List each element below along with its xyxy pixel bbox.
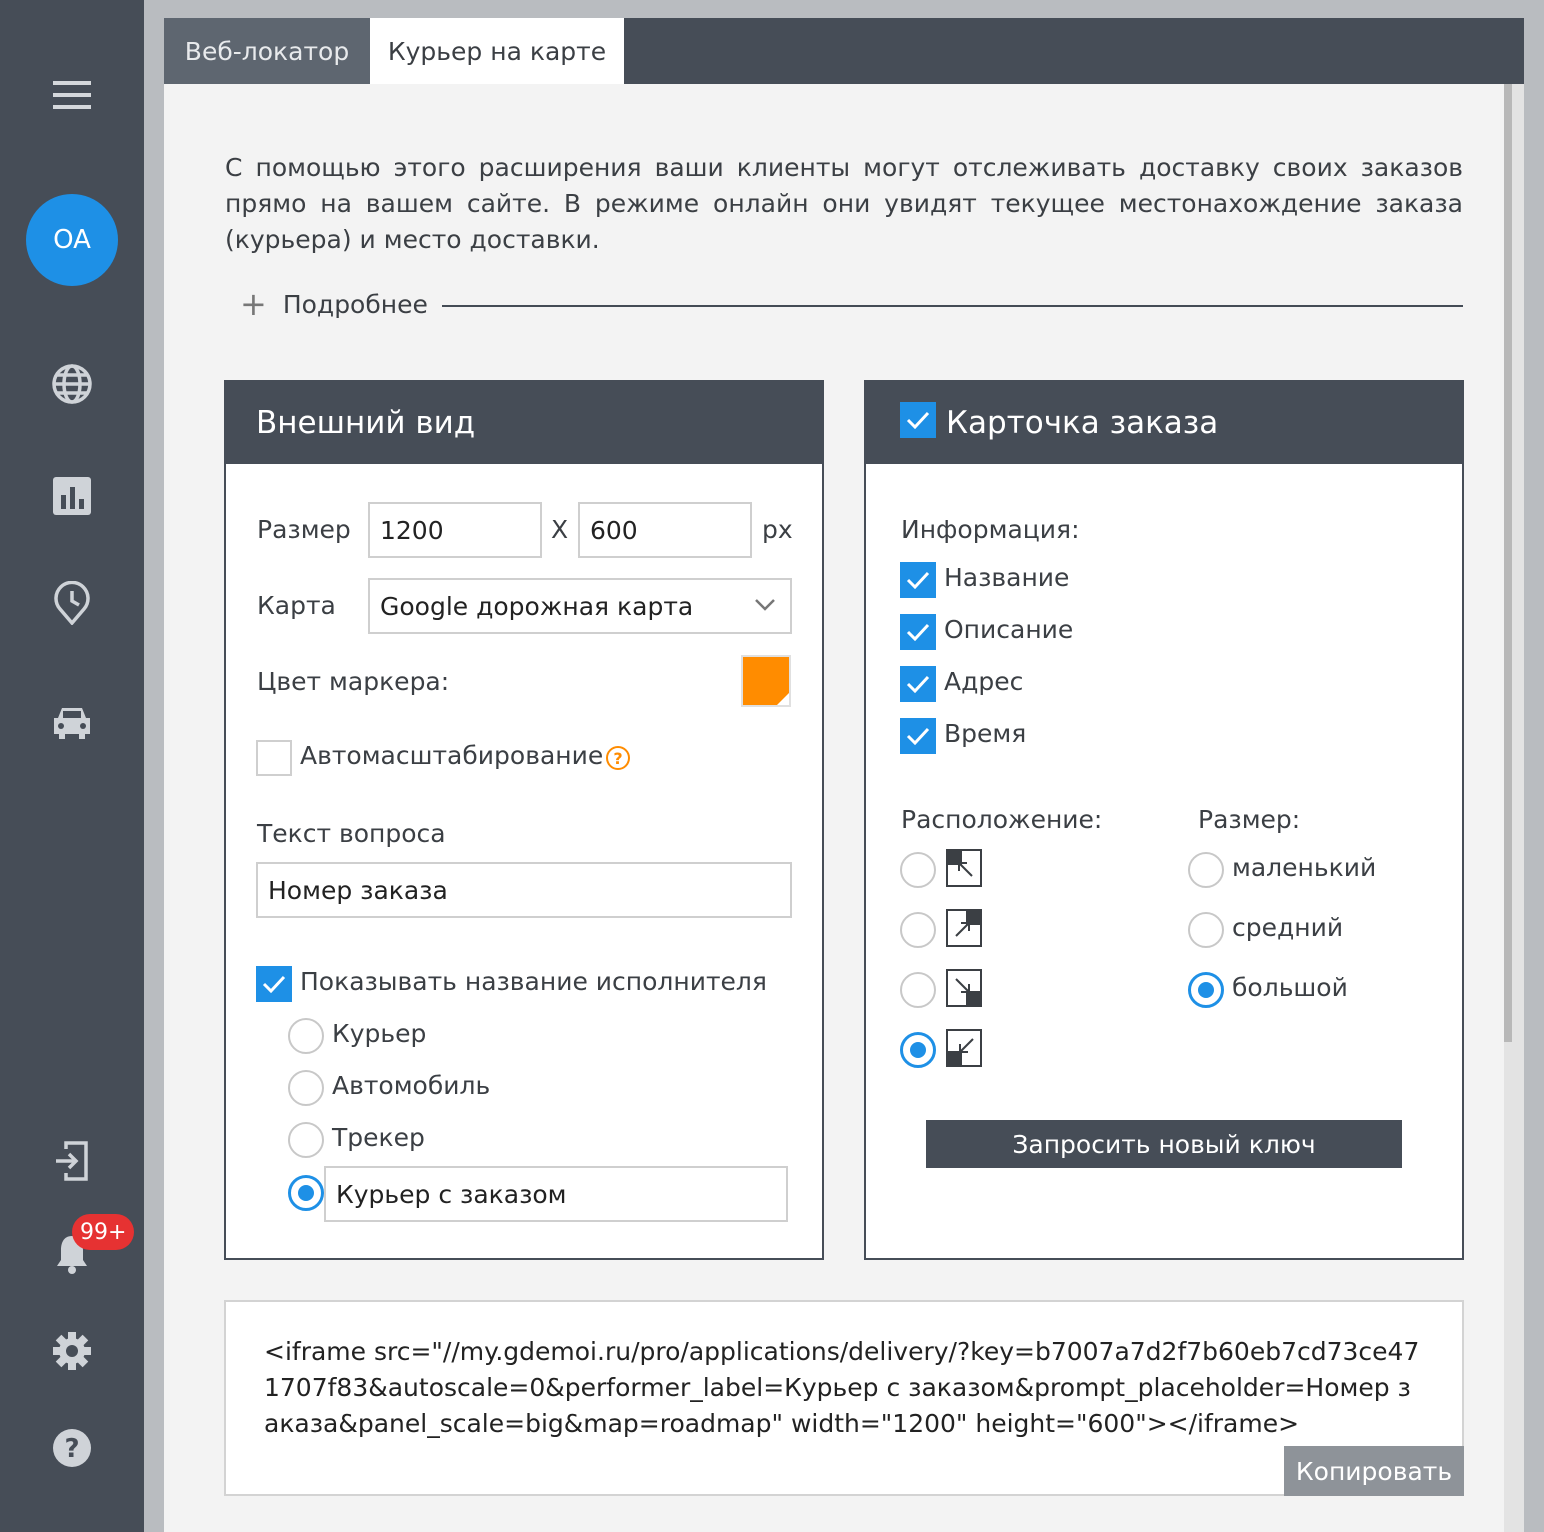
position-top-left-icon: [946, 849, 982, 887]
position-radio-bottom-left[interactable]: [900, 1032, 936, 1068]
performer-option-label: Автомобиль: [332, 1071, 491, 1100]
marker-color-swatch[interactable]: [741, 655, 791, 707]
question-text-input[interactable]: Номер заказа: [256, 862, 792, 918]
scrollbar-thumb[interactable]: [1504, 84, 1512, 1042]
history-icon[interactable]: [0, 580, 144, 626]
height-input[interactable]: 600: [578, 502, 752, 558]
info-checkbox-address[interactable]: [900, 666, 936, 702]
position-radio-top-left[interactable]: [900, 852, 936, 888]
size-option-label: средний: [1232, 913, 1344, 942]
description-text: С помощью этого расширения ваши клиенты …: [225, 153, 1463, 254]
position-bottom-right-icon: [946, 969, 982, 1007]
checkmark-icon: [906, 675, 930, 693]
map-select[interactable]: Google дорожная карта: [368, 578, 792, 634]
divider: [442, 305, 1463, 307]
position-top-right-icon: [946, 909, 982, 947]
performer-option-label: Трекер: [332, 1123, 425, 1152]
embed-code-text[interactable]: <iframe src="//my.gdemoi.ru/pro/applicat…: [264, 1334, 1424, 1442]
performer-radio-tracker[interactable]: [288, 1122, 324, 1158]
position-radio-bottom-right[interactable]: [900, 972, 936, 1008]
autoscale-checkbox[interactable]: [256, 740, 292, 776]
performer-custom-input[interactable]: Курьер с заказом: [324, 1166, 788, 1222]
info-item-label: Название: [944, 563, 1070, 592]
chart-icon[interactable]: [0, 476, 144, 516]
size-radio-medium[interactable]: [1188, 912, 1224, 948]
copy-button[interactable]: Копировать: [1284, 1446, 1464, 1496]
unit-label: px: [762, 515, 793, 544]
size-options-label: Размер:: [1198, 805, 1301, 834]
globe-icon[interactable]: [0, 362, 144, 406]
map-select-value: Google дорожная карта: [380, 591, 694, 621]
tab-web-locator[interactable]: Веб-локатор: [164, 18, 370, 84]
show-performer-label: Показывать название исполнителя: [300, 967, 767, 996]
avatar[interactable]: OA: [26, 194, 118, 286]
map-label: Карта: [257, 591, 336, 620]
show-performer-checkbox[interactable]: [256, 966, 292, 1002]
checkmark-icon: [906, 727, 930, 745]
size-radio-small[interactable]: [1188, 852, 1224, 888]
size-option-label: маленький: [1232, 853, 1377, 882]
question-text-label: Текст вопроса: [257, 819, 446, 848]
size-radio-large[interactable]: [1188, 972, 1224, 1008]
size-label: Размер: [257, 515, 351, 544]
help-circle-icon[interactable]: ?: [606, 746, 630, 770]
gear-icon[interactable]: [0, 1330, 144, 1372]
info-checkbox-time[interactable]: [900, 718, 936, 754]
info-item-label: Описание: [944, 615, 1074, 644]
performer-option-label: Курьер: [332, 1019, 427, 1048]
notifications-badge: 99+: [72, 1214, 135, 1250]
request-new-key-button[interactable]: Запросить новый ключ: [926, 1120, 1402, 1168]
performer-radio-car[interactable]: [288, 1070, 324, 1106]
info-item-label: Адрес: [944, 667, 1024, 696]
more-label: Подробнее: [282, 289, 428, 319]
position-bottom-left-icon: [946, 1029, 982, 1067]
order-card-title: Карточка заказа: [866, 382, 1462, 464]
logout-icon[interactable]: [0, 1140, 144, 1182]
info-item-label: Время: [944, 719, 1027, 748]
width-input[interactable]: 1200: [368, 502, 542, 558]
info-label: Информация:: [901, 515, 1080, 544]
menu-icon[interactable]: [0, 78, 144, 112]
order-card-enable-checkbox[interactable]: [900, 402, 936, 438]
checkmark-icon: [262, 975, 286, 993]
help-icon[interactable]: ?: [0, 1426, 144, 1470]
tab-courier-on-map[interactable]: Курьер на карте: [370, 18, 624, 84]
size-option-label: большой: [1232, 973, 1348, 1002]
performer-radio-courier[interactable]: [288, 1018, 324, 1054]
svg-text:?: ?: [64, 1434, 79, 1464]
info-checkbox-name[interactable]: [900, 562, 936, 598]
performer-radio-custom[interactable]: [288, 1175, 324, 1211]
autoscale-label: Автомасштабирование: [300, 741, 604, 770]
chevron-down-icon: [755, 599, 775, 611]
checkmark-icon: [906, 623, 930, 641]
plus-icon: +: [240, 285, 267, 323]
more-toggle[interactable]: + Подробнее: [240, 288, 428, 320]
tab-bar: Веб-локатор Курьер на карте: [164, 18, 1524, 84]
checkmark-icon: [906, 411, 930, 429]
position-radio-top-right[interactable]: [900, 912, 936, 948]
car-icon[interactable]: [0, 702, 144, 742]
position-label: Расположение:: [901, 805, 1103, 834]
info-checkbox-description[interactable]: [900, 614, 936, 650]
appearance-title: Внешний вид: [226, 382, 822, 464]
size-x-label: X: [551, 515, 569, 544]
marker-color-label: Цвет маркера:: [257, 667, 450, 696]
checkmark-icon: [906, 571, 930, 589]
